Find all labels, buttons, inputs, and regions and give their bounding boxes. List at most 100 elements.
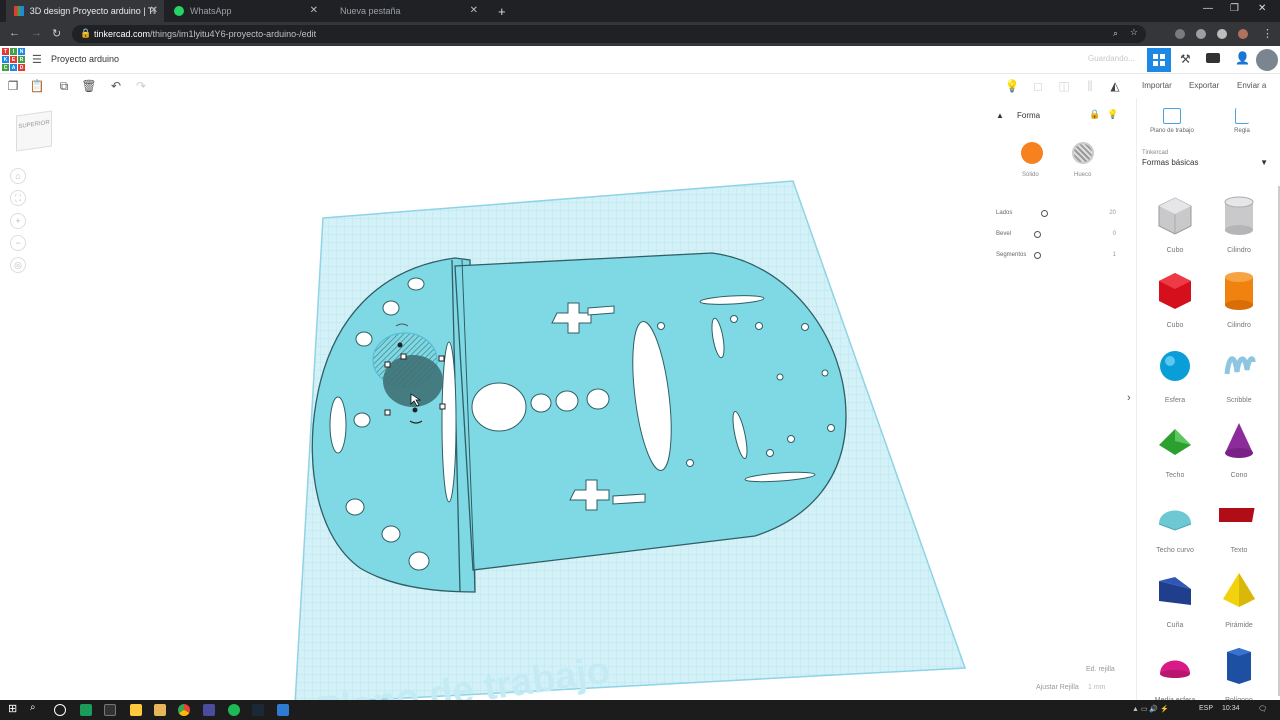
taskbar-app-icon[interactable] bbox=[203, 704, 215, 716]
back-icon[interactable]: ← bbox=[9, 27, 20, 39]
close-icon[interactable]: ✕ bbox=[470, 5, 478, 16]
collapse-caret-icon[interactable]: ▲ bbox=[996, 111, 1004, 120]
extensions-puzzle-icon[interactable] bbox=[1217, 29, 1227, 39]
workplane-canvas[interactable]: Plano de trabajo SUPERIOR ⌂ ⛶ + − ◎ Ed. … bbox=[0, 98, 1136, 704]
tab-tinkercad[interactable]: 3D design Proyecto arduino | Tin ✕ bbox=[6, 0, 164, 22]
export-button[interactable]: Exportar bbox=[1189, 81, 1219, 90]
mirror-icon[interactable]: ◭ bbox=[1107, 78, 1123, 94]
tab-whatsapp[interactable]: WhatsApp ✕ bbox=[166, 0, 324, 22]
shape-wedge[interactable]: Cuña bbox=[1143, 569, 1207, 629]
zoom-out-icon[interactable]: − bbox=[10, 235, 26, 251]
shape-half-sphere[interactable]: Media esfera bbox=[1143, 644, 1207, 704]
perspective-icon[interactable]: ◎ bbox=[10, 257, 26, 273]
3d-view-grid-icon[interactable] bbox=[1147, 48, 1171, 72]
resize-handle[interactable] bbox=[384, 361, 391, 368]
circuits-icon[interactable] bbox=[1206, 53, 1220, 63]
paste-icon[interactable]: 📋 bbox=[29, 78, 45, 94]
slider-knob[interactable] bbox=[1034, 252, 1041, 259]
clock[interactable]: 10:34 bbox=[1222, 705, 1240, 712]
copy-icon[interactable]: ❐ bbox=[5, 78, 21, 94]
resize-handle[interactable] bbox=[384, 409, 391, 416]
profile-avatar[interactable] bbox=[1238, 29, 1248, 39]
tray-icons[interactable]: ▲ ▭ 🔊 ⚡ bbox=[1132, 705, 1169, 713]
project-title[interactable]: Proyecto arduino bbox=[51, 54, 119, 64]
shape-round-roof[interactable]: Techo curvo bbox=[1143, 494, 1207, 554]
shape-polygon[interactable]: Polígono bbox=[1207, 644, 1271, 704]
send-to-button[interactable]: Enviar a bbox=[1237, 81, 1266, 90]
tab-new[interactable]: Nueva pestaña ✕ bbox=[326, 0, 484, 22]
scene-svg[interactable]: Plano de trabajo bbox=[0, 98, 1136, 704]
edit-grid-link[interactable]: Ed. rejilla bbox=[1086, 666, 1115, 673]
shape-cone-purple[interactable]: Cono bbox=[1207, 419, 1271, 479]
view-cube[interactable]: SUPERIOR bbox=[16, 110, 52, 152]
light-bulb-icon[interactable]: 💡 bbox=[1004, 78, 1020, 94]
shape-scribble[interactable]: Scribble bbox=[1207, 344, 1271, 404]
chevron-right-icon[interactable]: › bbox=[1127, 392, 1131, 404]
maximize-icon[interactable]: ❐ bbox=[1230, 3, 1239, 14]
slider-knob[interactable] bbox=[1041, 210, 1048, 217]
extension-icon[interactable] bbox=[1196, 29, 1206, 39]
shape-box-red[interactable]: Cubo bbox=[1143, 269, 1207, 329]
resize-handle[interactable] bbox=[439, 403, 446, 410]
hole-button[interactable] bbox=[1072, 142, 1094, 164]
fit-view-icon[interactable]: ⛶ bbox=[10, 190, 26, 206]
home-view-icon[interactable]: ⌂ bbox=[10, 168, 26, 184]
solid-color-button[interactable] bbox=[1021, 142, 1043, 164]
align-icon[interactable]: ⫼ bbox=[1082, 78, 1098, 94]
bevel-slider[interactable]: Bevel 0 bbox=[996, 231, 1116, 238]
ungroup-icon[interactable]: ◫ bbox=[1056, 78, 1072, 94]
slider-knob[interactable] bbox=[1034, 231, 1041, 238]
workplane-tool[interactable]: Plano de trabajo bbox=[1147, 108, 1197, 134]
extension-icon[interactable] bbox=[1175, 29, 1185, 39]
segments-slider[interactable]: Segmentos 1 bbox=[996, 252, 1116, 259]
duplicate-icon[interactable]: ⧉ bbox=[56, 78, 72, 94]
window-close-icon[interactable]: ✕ bbox=[1258, 3, 1266, 14]
new-tab-button[interactable]: + bbox=[490, 0, 510, 22]
forward-icon[interactable]: → bbox=[31, 27, 42, 39]
resize-handle[interactable] bbox=[400, 353, 407, 360]
notifications-icon[interactable]: 🗨 bbox=[1258, 705, 1267, 713]
add-user-icon[interactable]: 👤 bbox=[1235, 51, 1250, 65]
zoom-search-icon[interactable]: ⌕ bbox=[1113, 28, 1118, 39]
search-icon[interactable]: ⌕ bbox=[30, 702, 42, 714]
lock-icon[interactable]: 🔒 bbox=[1089, 109, 1100, 120]
close-icon[interactable]: ✕ bbox=[150, 5, 158, 16]
group-icon[interactable]: ◻ bbox=[1030, 78, 1046, 94]
bookmark-star-icon[interactable]: ☆ bbox=[1130, 27, 1138, 38]
file-explorer-icon[interactable] bbox=[130, 704, 142, 716]
folder-icon[interactable] bbox=[154, 704, 166, 716]
close-icon[interactable]: ✕ bbox=[310, 5, 318, 16]
taskbar-app-icon[interactable] bbox=[277, 704, 289, 716]
ruler-tool[interactable]: Regla bbox=[1217, 108, 1267, 134]
spotify-icon[interactable] bbox=[228, 704, 240, 716]
store-icon[interactable] bbox=[104, 704, 116, 716]
minimize-icon[interactable]: — bbox=[1203, 3, 1213, 14]
browser-menu-icon[interactable]: ⋮ bbox=[1262, 27, 1273, 40]
keyboard-language[interactable]: ESP bbox=[1199, 705, 1213, 712]
redo-icon[interactable]: ↷ bbox=[133, 78, 149, 94]
shape-pyramid[interactable]: Pirámide bbox=[1207, 569, 1271, 629]
address-bar[interactable]: 🔒 tinkercad.com/things/im1lyitu4Y6-proye… bbox=[72, 25, 1146, 43]
snap-grid-select[interactable]: 1 mm bbox=[1088, 684, 1106, 691]
list-menu-icon[interactable]: ☰ bbox=[32, 53, 42, 66]
reload-icon[interactable]: ↻ bbox=[52, 27, 61, 40]
steam-icon[interactable] bbox=[252, 704, 264, 716]
light-bulb-icon[interactable]: 💡 bbox=[1107, 109, 1118, 120]
import-button[interactable]: Importar bbox=[1142, 81, 1172, 90]
shape-sphere-blue[interactable]: Esfera bbox=[1143, 344, 1207, 404]
user-avatar[interactable] bbox=[1256, 49, 1278, 71]
cortana-icon[interactable] bbox=[54, 704, 66, 716]
sides-slider[interactable]: Lados 20 bbox=[996, 210, 1116, 217]
delete-trash-icon[interactable]: 🗑 bbox=[81, 78, 97, 94]
shape-roof-green[interactable]: Techo bbox=[1143, 419, 1207, 479]
blocks-pickaxe-icon[interactable]: ⚒ bbox=[1180, 52, 1191, 66]
taskbar-app-icon[interactable] bbox=[80, 704, 92, 716]
shape-cylinder-gray[interactable]: Cilindro bbox=[1207, 194, 1271, 254]
chrome-icon[interactable] bbox=[178, 704, 190, 716]
zoom-in-icon[interactable]: + bbox=[10, 213, 26, 229]
resize-handle[interactable] bbox=[438, 355, 445, 362]
library-dropdown[interactable]: Tinkercad Formas básicas ▼ bbox=[1142, 150, 1268, 167]
tinkercad-logo[interactable]: TIN KER CAD bbox=[2, 48, 25, 72]
shape-text[interactable]: Texto bbox=[1207, 494, 1271, 554]
shape-box-gray[interactable]: Cubo bbox=[1143, 194, 1207, 254]
